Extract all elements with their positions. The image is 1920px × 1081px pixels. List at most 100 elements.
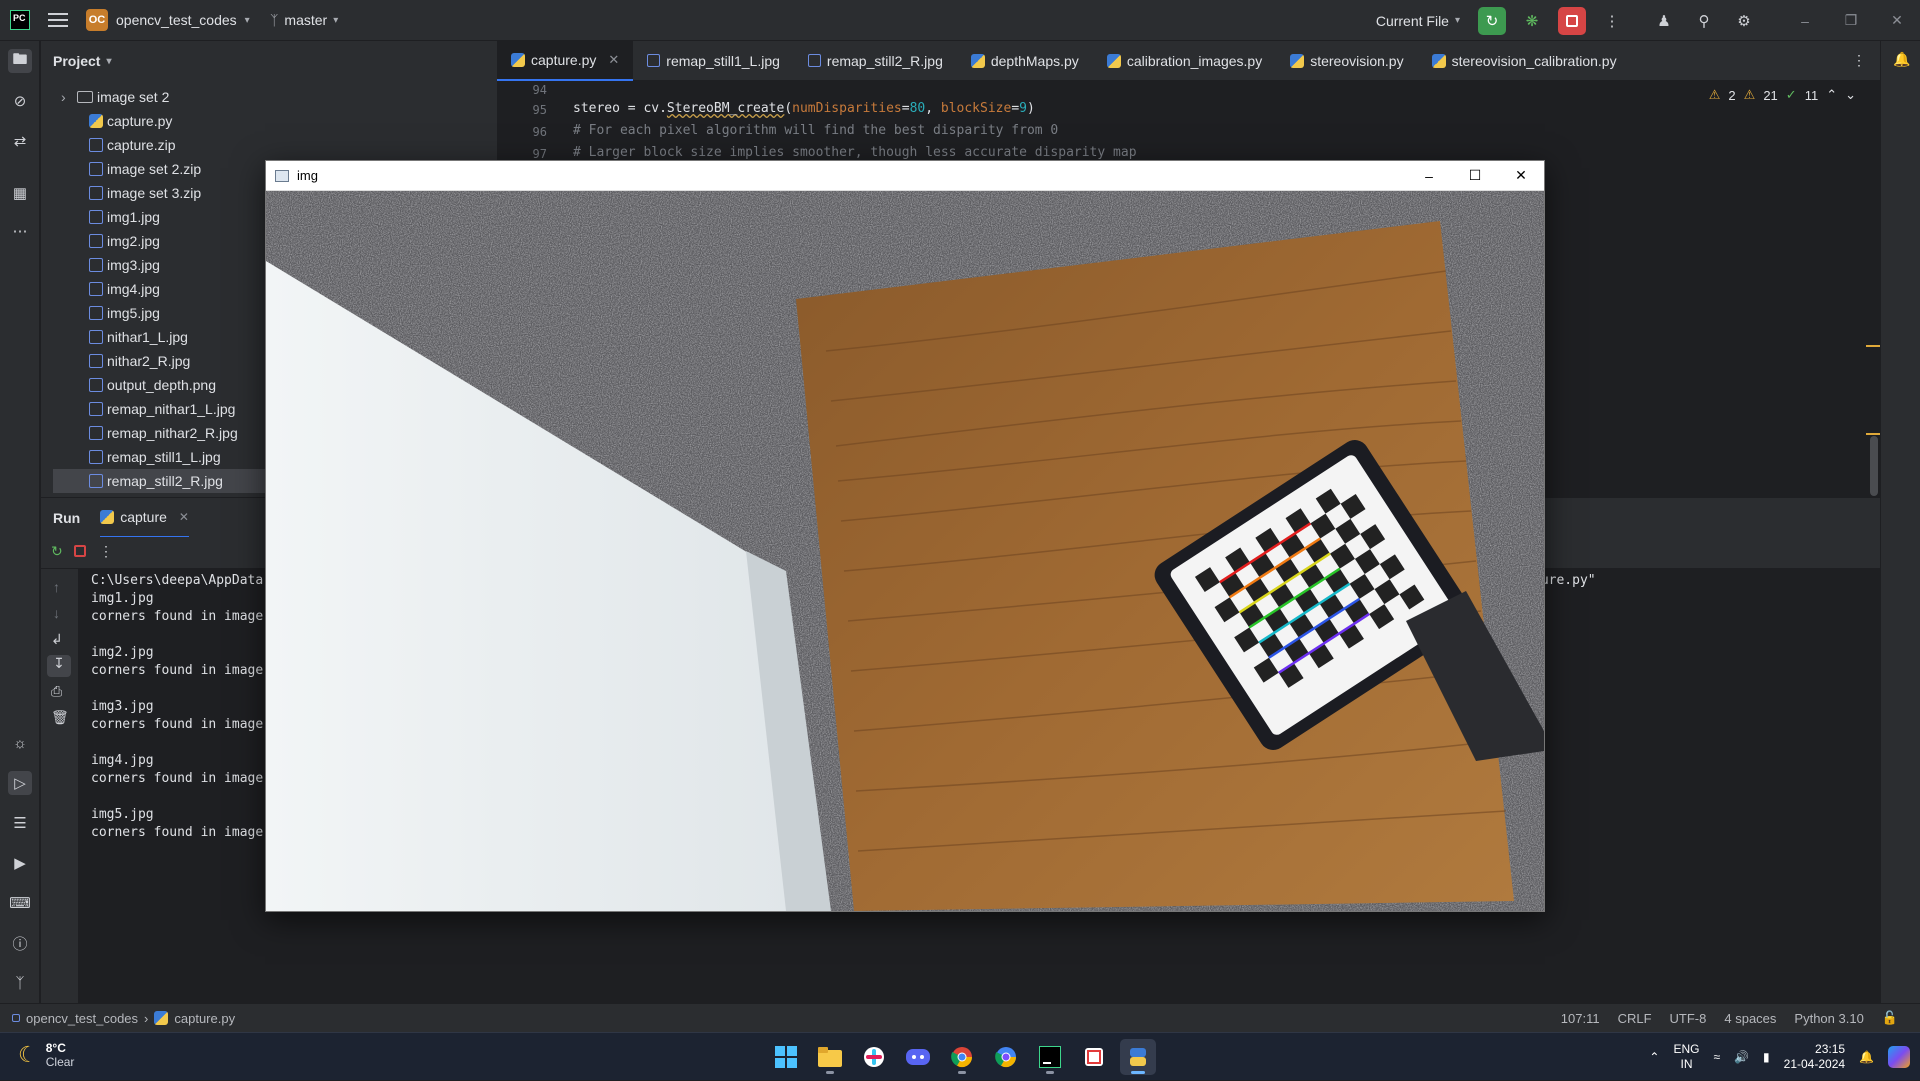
main-menu-icon[interactable] — [48, 10, 68, 30]
indent-setting[interactable]: 4 spaces — [1724, 1011, 1776, 1026]
close-button[interactable]: ✕ — [1874, 0, 1920, 41]
snipping-tool-button[interactable] — [1076, 1039, 1112, 1075]
project-tree-item-label: img5.jpg — [107, 305, 160, 321]
chevron-up-icon[interactable]: ⌃ — [1649, 1050, 1659, 1064]
run-config-selector[interactable]: Current File ▾ — [1376, 13, 1460, 29]
project-panel-header[interactable]: Project ▾ — [41, 41, 497, 81]
python-interpreter[interactable]: Python 3.10 — [1794, 1011, 1863, 1026]
code-with-me-icon[interactable]: ♟ — [1650, 7, 1678, 35]
close-button[interactable]: ✕ — [1498, 161, 1544, 190]
editor-tab[interactable]: stereovision_calibration.py — [1418, 41, 1631, 81]
python-taskbar-button[interactable] — [1120, 1039, 1156, 1075]
breadcrumb-file[interactable]: capture.py — [174, 1011, 235, 1026]
chrome-profile-button[interactable] — [988, 1039, 1024, 1075]
problems-icon[interactable]: ⓘ — [8, 931, 32, 955]
weather-widget[interactable]: ☾ 8°C Clear — [18, 1041, 74, 1069]
project-name: opencv_test_codes — [116, 12, 237, 28]
editor-tab[interactable]: remap_still1_L.jpg — [633, 41, 794, 81]
scroll-marker — [1866, 345, 1880, 347]
editor-tab[interactable]: calibration_images.py — [1093, 41, 1276, 81]
breadcrumb[interactable]: opencv_test_codes › capture.py — [12, 1011, 235, 1026]
minimize-button[interactable]: – — [1782, 0, 1828, 41]
settings-gear-icon[interactable]: ⚙ — [1730, 7, 1758, 35]
rerun-icon[interactable]: ↻ — [51, 543, 63, 560]
line-separator[interactable]: CRLF — [1618, 1011, 1652, 1026]
battery-icon[interactable]: ▮ — [1763, 1050, 1770, 1064]
project-tree-item-label: output_depth.png — [107, 377, 216, 393]
more-icon[interactable]: ⋮ — [99, 543, 113, 560]
editor-tab[interactable]: capture.py ✕ — [497, 40, 634, 81]
editor-scrollbar[interactable] — [1870, 436, 1878, 496]
restore-button[interactable]: ❐ — [1828, 0, 1874, 41]
lock-icon[interactable]: 🔓 — [1882, 1010, 1898, 1026]
editor-tab[interactable]: stereovision.py — [1276, 41, 1417, 81]
pycharm-taskbar-button[interactable] — [1032, 1039, 1068, 1075]
close-icon[interactable]: ✕ — [179, 510, 189, 524]
slack-button[interactable] — [856, 1039, 892, 1075]
scroll-to-end-icon[interactable]: ↧ — [47, 655, 71, 677]
breadcrumb-project[interactable]: opencv_test_codes — [26, 1011, 138, 1026]
chrome-button[interactable] — [944, 1039, 980, 1075]
caret-position[interactable]: 107:11 — [1561, 1011, 1600, 1026]
copilot-icon[interactable] — [1888, 1046, 1910, 1068]
inspections-widget[interactable]: ⚠ 2 ⚠ 21 ✓ 11 ⌃ ⌄ — [1709, 87, 1856, 103]
project-tree-item[interactable]: › image set 2 — [53, 85, 497, 109]
layers-icon[interactable]: ☰ — [8, 811, 32, 835]
run-tab-capture[interactable]: capture ✕ — [100, 498, 189, 538]
editor-tab[interactable]: depthMaps.py — [957, 41, 1093, 81]
language-indicator[interactable]: ENG IN — [1673, 1042, 1699, 1072]
minimize-button[interactable]: – — [1406, 161, 1452, 190]
opencv-image-window[interactable]: img – ☐ ✕ — [265, 160, 1545, 912]
wifi-icon[interactable]: ≈ — [1714, 1050, 1721, 1064]
image-window-titlebar[interactable]: img – ☐ ✕ — [266, 161, 1544, 191]
project-tree-item[interactable]: capture.py — [53, 109, 497, 133]
run-tool-icon[interactable]: ▷ — [8, 771, 32, 795]
stop-icon[interactable] — [74, 545, 86, 557]
arrow-up-icon[interactable]: ↑ — [53, 579, 60, 595]
notifications-icon[interactable]: 🔔 — [1859, 1050, 1874, 1064]
file-explorer-button[interactable] — [812, 1039, 848, 1075]
chevron-up-icon[interactable]: ⌃ — [1826, 87, 1837, 103]
stop-button[interactable] — [1558, 6, 1586, 35]
file-encoding[interactable]: UTF-8 — [1670, 1011, 1707, 1026]
notifications-bell-icon[interactable]: 🔔 — [1893, 51, 1910, 68]
more-actions-button[interactable]: ⋮ — [1598, 7, 1626, 35]
code-line[interactable]: stereo = cv.StereoBM_create(numDispariti… — [573, 101, 1035, 116]
python-packages-icon[interactable]: ☼ — [8, 731, 32, 755]
project-tree-item[interactable]: capture.zip — [53, 133, 497, 157]
project-selector[interactable]: OC opencv_test_codes ▾ — [86, 8, 250, 32]
image-file-icon — [89, 330, 103, 344]
maximize-button[interactable]: ☐ — [1452, 161, 1498, 190]
more-tools-icon[interactable]: ⋯ — [8, 219, 32, 243]
structure-icon[interactable]: ▦ — [8, 181, 32, 205]
commit-icon[interactable]: ⊘ — [8, 89, 32, 113]
git-icon[interactable]: ᛉ — [8, 971, 32, 995]
trash-icon[interactable]: 🗑 — [51, 709, 69, 726]
camera-frame[interactable] — [266, 191, 1544, 911]
debug-button[interactable]: ❋ — [1518, 7, 1546, 35]
rerun-button[interactable]: ↻ — [1478, 6, 1506, 35]
start-button[interactable] — [768, 1039, 804, 1075]
arrow-down-icon[interactable]: ↓ — [53, 605, 60, 621]
editor-tab[interactable]: remap_still2_R.jpg — [794, 41, 957, 81]
services-icon[interactable]: ▶ — [8, 851, 32, 875]
archive-file-icon — [89, 186, 103, 200]
code-line[interactable]: # For each pixel algorithm will find the… — [573, 123, 1058, 138]
close-icon[interactable]: ✕ — [608, 52, 619, 68]
branch-selector[interactable]: ᛉ master ▾ — [270, 8, 338, 32]
volume-icon[interactable]: 🔊 — [1734, 1050, 1749, 1064]
discord-button[interactable] — [900, 1039, 936, 1075]
pycharm-logo-icon[interactable]: PC — [10, 10, 30, 30]
code-line[interactable]: # Larger block size implies smoother, th… — [573, 145, 1137, 160]
chevron-down-icon[interactable]: ⌄ — [1845, 87, 1856, 103]
soft-wrap-icon[interactable]: ↲ — [51, 631, 63, 648]
breadcrumb-separator-icon: › — [144, 1010, 149, 1026]
clock[interactable]: 23:15 21-04-2024 — [1784, 1042, 1845, 1072]
terminal-icon[interactable]: ⌨ — [8, 891, 32, 915]
project-folder-icon[interactable]: 🖿 — [8, 49, 32, 73]
tabs-more-icon[interactable]: ⋮ — [1852, 52, 1866, 69]
chevron-right-icon[interactable]: › — [61, 89, 77, 105]
search-icon[interactable]: ⚲ — [1690, 7, 1718, 35]
pull-requests-icon[interactable]: ⇄ — [8, 129, 32, 153]
print-icon[interactable]: ⎙ — [51, 683, 62, 700]
